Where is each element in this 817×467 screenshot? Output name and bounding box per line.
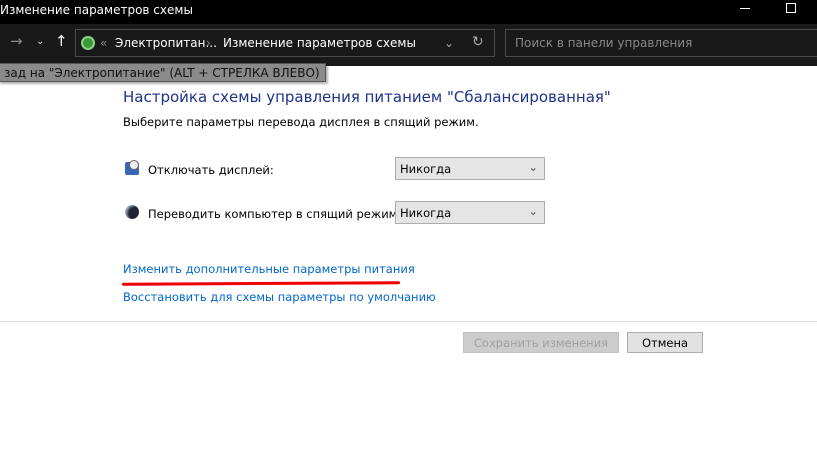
back-tooltip: зад на "Электропитание" (ALT + СТРЕЛКА В… bbox=[0, 63, 326, 82]
window-title: Изменение параметров схемы bbox=[0, 3, 193, 17]
sleep-label: Переводить компьютер в спящий режим: bbox=[148, 207, 402, 221]
overflow-chevron-icon[interactable]: « bbox=[100, 36, 107, 50]
sleep-value: Никогда bbox=[400, 206, 452, 220]
restore-defaults-link[interactable]: Восстановить для схемы параметры по умол… bbox=[123, 290, 436, 304]
display-off-select[interactable]: Никогда ⌄ bbox=[395, 157, 545, 180]
sleep-moon-icon bbox=[125, 205, 139, 219]
navigation-toolbar: → ⌄ ↑ « Электропитан... › Изменение пара… bbox=[0, 24, 817, 66]
save-button[interactable]: Сохранить изменения bbox=[463, 332, 619, 353]
minimize-button[interactable] bbox=[725, 0, 771, 24]
breadcrumb-current[interactable]: Изменение параметров схемы bbox=[223, 36, 416, 50]
address-bar[interactable]: « Электропитан... › Изменение параметров… bbox=[75, 29, 495, 57]
page-title: Настройка схемы управления питанием "Сба… bbox=[123, 88, 611, 106]
search-input[interactable]: Поиск в панели управления bbox=[505, 29, 817, 57]
maximize-button[interactable] bbox=[771, 0, 817, 24]
chevron-down-icon: ⌄ bbox=[528, 204, 538, 218]
forward-button[interactable]: → bbox=[10, 32, 23, 50]
chevron-down-icon: ⌄ bbox=[528, 160, 538, 174]
address-dropdown-icon[interactable]: ⌄ bbox=[444, 36, 454, 50]
display-clock-icon bbox=[125, 160, 139, 175]
page-subtitle: Выберите параметры перевода дисплея в сп… bbox=[123, 115, 479, 129]
cancel-button[interactable]: Отмена bbox=[627, 332, 703, 353]
breadcrumb-separator-icon: › bbox=[206, 36, 211, 50]
up-button[interactable]: ↑ bbox=[55, 32, 68, 50]
display-off-value: Никогда bbox=[400, 162, 452, 176]
divider bbox=[0, 321, 817, 322]
refresh-icon[interactable]: ↻ bbox=[472, 34, 484, 50]
breadcrumb-power-options[interactable]: Электропитан... bbox=[115, 36, 217, 50]
red-underline-annotation bbox=[121, 281, 401, 286]
sleep-select[interactable]: Никогда ⌄ bbox=[395, 201, 545, 224]
display-off-label: Отключать дисплей: bbox=[148, 163, 274, 177]
recent-locations-dropdown[interactable]: ⌄ bbox=[36, 36, 44, 47]
power-options-icon bbox=[81, 36, 95, 50]
title-bar: Изменение параметров схемы bbox=[0, 0, 817, 24]
advanced-settings-link[interactable]: Изменить дополнительные параметры питани… bbox=[123, 262, 415, 276]
